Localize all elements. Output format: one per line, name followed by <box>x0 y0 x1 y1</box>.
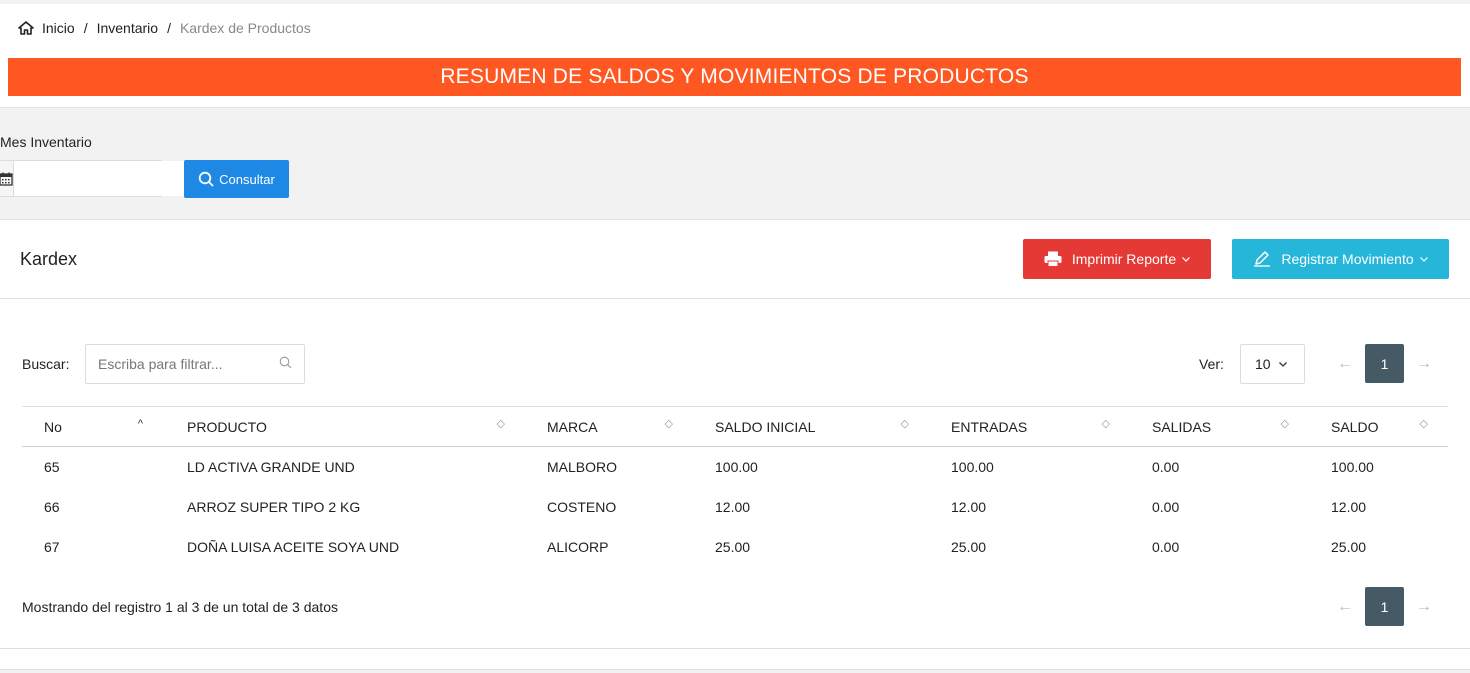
next-page-button[interactable]: → <box>1409 598 1439 616</box>
registrar-movimiento-label: Registrar Movimiento <box>1281 251 1414 267</box>
column-header-salidas[interactable]: SALIDAS ◇ <box>1130 406 1309 447</box>
consultar-label: Consultar <box>219 171 275 187</box>
table-toolbar: Buscar: Ver: 10 ← 1 → <box>0 344 1470 384</box>
breadcrumb-inicio[interactable]: Inicio <box>42 20 75 36</box>
kardex-table: No ^ PRODUCTO ◇ MARCA ◇ SALDO INICIAL ◇ ENTR… <box>22 406 1448 567</box>
cell-no: 66 <box>44 498 60 515</box>
cell-saldo-inicial: 100.00 <box>715 458 758 475</box>
breadcrumb-separator: / <box>167 20 171 36</box>
search-input[interactable] <box>98 356 279 372</box>
search-icon <box>279 356 292 372</box>
divider <box>0 648 1470 649</box>
sort-asc-icon: ^ <box>137 418 143 430</box>
sort-icon: ◇ <box>1419 418 1428 430</box>
cell-saldo-inicial: 25.00 <box>715 538 751 555</box>
breadcrumb-separator: / <box>83 20 88 36</box>
chevron-down-icon <box>1182 256 1191 262</box>
cell-no: 67 <box>44 538 60 555</box>
table-info: Mostrando del registro 1 al 3 de un tota… <box>22 599 338 615</box>
prev-page-button[interactable]: ← <box>1330 355 1360 373</box>
pagination-bottom: ← 1 → <box>1330 587 1439 626</box>
cell-saldo: 12.00 <box>1331 498 1367 515</box>
cell-salidas: 0.00 <box>1152 498 1180 515</box>
table-row: 65 LD ACTIVA GRANDE UND MALBORO 100.00 1… <box>22 447 1448 487</box>
column-header-saldo-inicial[interactable]: SALDO INICIAL ◇ <box>693 406 929 447</box>
cell-producto: LD ACTIVA GRANDE UND <box>187 458 355 475</box>
imprimir-reporte-label: Imprimir Reporte <box>1071 251 1177 267</box>
card-title: Kardex <box>20 249 78 269</box>
search-field[interactable] <box>85 344 305 384</box>
cell-entradas: 25.00 <box>951 538 987 555</box>
buscar-label: Buscar: <box>22 356 70 372</box>
sort-icon: ◇ <box>496 418 505 430</box>
mes-inventario-label: Mes Inventario <box>0 134 92 150</box>
column-header-entradas[interactable]: ENTRADAS ◇ <box>929 406 1130 447</box>
cell-saldo: 100.00 <box>1331 458 1374 475</box>
page-size-select[interactable]: 10 <box>1240 344 1305 384</box>
cell-no: 65 <box>44 458 60 475</box>
cell-entradas: 100.00 <box>951 458 994 475</box>
search-icon <box>198 171 214 187</box>
column-header-marca[interactable]: MARCA ◇ <box>525 406 693 447</box>
sort-icon: ◇ <box>1101 418 1110 430</box>
cell-marca: COSTENO <box>547 498 617 515</box>
page-1-button[interactable]: 1 <box>1365 587 1404 626</box>
month-input[interactable] <box>14 161 206 196</box>
month-picker[interactable] <box>0 160 206 197</box>
column-header-producto[interactable]: PRODUCTO ◇ <box>165 406 525 447</box>
chevron-down-icon <box>1278 359 1287 370</box>
next-page-button[interactable]: → <box>1409 355 1439 373</box>
sort-icon: ◇ <box>1280 418 1289 430</box>
cell-saldo: 25.00 <box>1331 538 1367 555</box>
cell-salidas: 0.00 <box>1152 458 1180 475</box>
table-row: 66 ARROZ SUPER TIPO 2 KG COSTENO 12.00 1… <box>22 487 1448 527</box>
ver-label: Ver: <box>1199 356 1224 372</box>
page-title-banner: RESUMEN DE SALDOS Y MOVIMIENTOS DE PRODU… <box>8 58 1461 96</box>
home-icon[interactable] <box>18 21 34 35</box>
table-header-row: No ^ PRODUCTO ◇ MARCA ◇ SALDO INICIAL ◇ ENTR… <box>22 406 1448 447</box>
pencil-icon <box>1253 251 1271 267</box>
cell-producto: ARROZ SUPER TIPO 2 KG <box>187 498 361 515</box>
page-size-value: 10 <box>1255 356 1271 372</box>
cell-saldo-inicial: 12.00 <box>715 498 751 515</box>
sort-icon: ◇ <box>900 418 909 430</box>
column-header-no[interactable]: No ^ <box>22 406 165 447</box>
kardex-card-header: Kardex Imprimir Reporte Registrar Movimi… <box>0 221 1470 299</box>
divider <box>0 669 1470 673</box>
printer-icon <box>1044 251 1062 267</box>
cell-producto: DOÑA LUISA ACEITE SOYA UND <box>187 538 400 555</box>
breadcrumb: Inicio / Inventario / Kardex de Producto… <box>0 0 1470 52</box>
column-header-saldo[interactable]: SALDO ◇ <box>1309 406 1448 447</box>
sort-icon: ◇ <box>664 418 673 430</box>
cell-salidas: 0.00 <box>1152 538 1180 555</box>
cell-marca: MALBORO <box>547 458 618 475</box>
cell-marca: ALICORP <box>547 538 609 555</box>
breadcrumb-inventario[interactable]: Inventario <box>97 20 158 36</box>
filter-panel: Mes Inventario Consultar <box>0 107 1470 220</box>
pagination-top: ← 1 → <box>1330 344 1439 383</box>
table-row: 67 DOÑA LUISA ACEITE SOYA UND ALICORP 25… <box>22 527 1448 567</box>
chevron-down-icon <box>1419 256 1428 262</box>
cell-entradas: 12.00 <box>951 498 987 515</box>
imprimir-reporte-button[interactable]: Imprimir Reporte <box>1023 239 1211 279</box>
calendar-icon[interactable] <box>0 161 14 196</box>
page-1-button[interactable]: 1 <box>1365 344 1404 383</box>
breadcrumb-current: Kardex de Productos <box>179 20 311 36</box>
prev-page-button[interactable]: ← <box>1330 598 1360 616</box>
consultar-button[interactable]: Consultar <box>184 160 289 198</box>
registrar-movimiento-button[interactable]: Registrar Movimiento <box>1232 239 1449 279</box>
